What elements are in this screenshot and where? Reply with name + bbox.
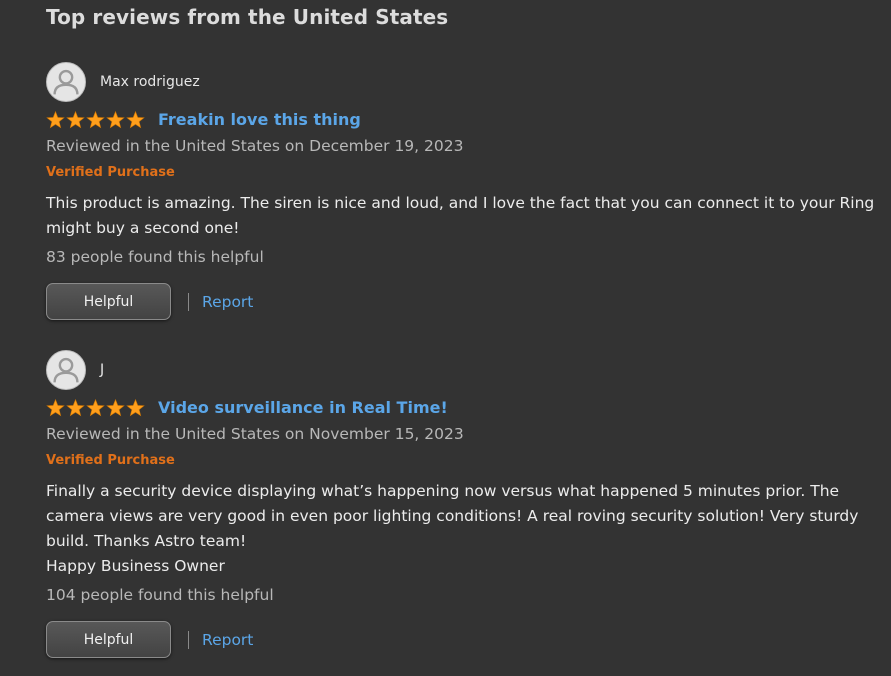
reviewer-name[interactable]: J [100, 362, 104, 378]
review-card: J Video surveillance in Real Time! Revie… [46, 349, 891, 669]
divider [188, 630, 189, 649]
helpful-button[interactable]: Helpful [46, 283, 171, 320]
star-icon [46, 398, 65, 416]
review-title-link[interactable]: Freakin love this thing [158, 110, 361, 129]
helpful-count: 83 people found this helpful [46, 248, 264, 266]
review-title-link[interactable]: Video surveillance in Real Time! [158, 398, 448, 417]
report-link[interactable]: Report [202, 631, 253, 649]
review-card: Max rodriguez Freakin love this thing Re… [46, 61, 891, 326]
star-icon [86, 398, 105, 416]
reviewer-profile[interactable]: J [46, 349, 104, 391]
star-icon [66, 398, 85, 416]
user-silhouette-icon [53, 357, 79, 383]
avatar[interactable] [46, 350, 86, 390]
report-link[interactable]: Report [202, 293, 253, 311]
star-rating[interactable] [46, 110, 145, 129]
review-text: Finally a security device displaying wha… [46, 482, 859, 550]
user-silhouette-icon [53, 69, 79, 95]
avatar[interactable] [46, 62, 86, 102]
review-text: This product is amazing. The siren is ni… [46, 194, 875, 237]
star-icon [106, 398, 125, 416]
review-date: Reviewed in the United States on Decembe… [46, 137, 464, 155]
reviewer-profile[interactable]: Max rodriguez [46, 61, 200, 103]
star-icon [126, 110, 145, 128]
star-icon [46, 110, 65, 128]
star-icon [106, 110, 125, 128]
star-icon [66, 110, 85, 128]
review-body: Finally a security device displaying wha… [46, 479, 891, 579]
helpful-count: 104 people found this helpful [46, 586, 274, 604]
review-text: Happy Business Owner [46, 557, 225, 575]
star-icon [126, 398, 145, 416]
verified-purchase-badge[interactable]: Verified Purchase [46, 165, 175, 180]
star-icon [86, 110, 105, 128]
section-heading: Top reviews from the United States [46, 5, 449, 29]
review-body: This product is amazing. The siren is ni… [46, 191, 891, 241]
helpful-button[interactable]: Helpful [46, 621, 171, 658]
verified-purchase-badge[interactable]: Verified Purchase [46, 453, 175, 468]
divider [188, 292, 189, 311]
review-date: Reviewed in the United States on Novembe… [46, 425, 464, 443]
star-rating[interactable] [46, 398, 145, 417]
reviewer-name[interactable]: Max rodriguez [100, 74, 200, 90]
